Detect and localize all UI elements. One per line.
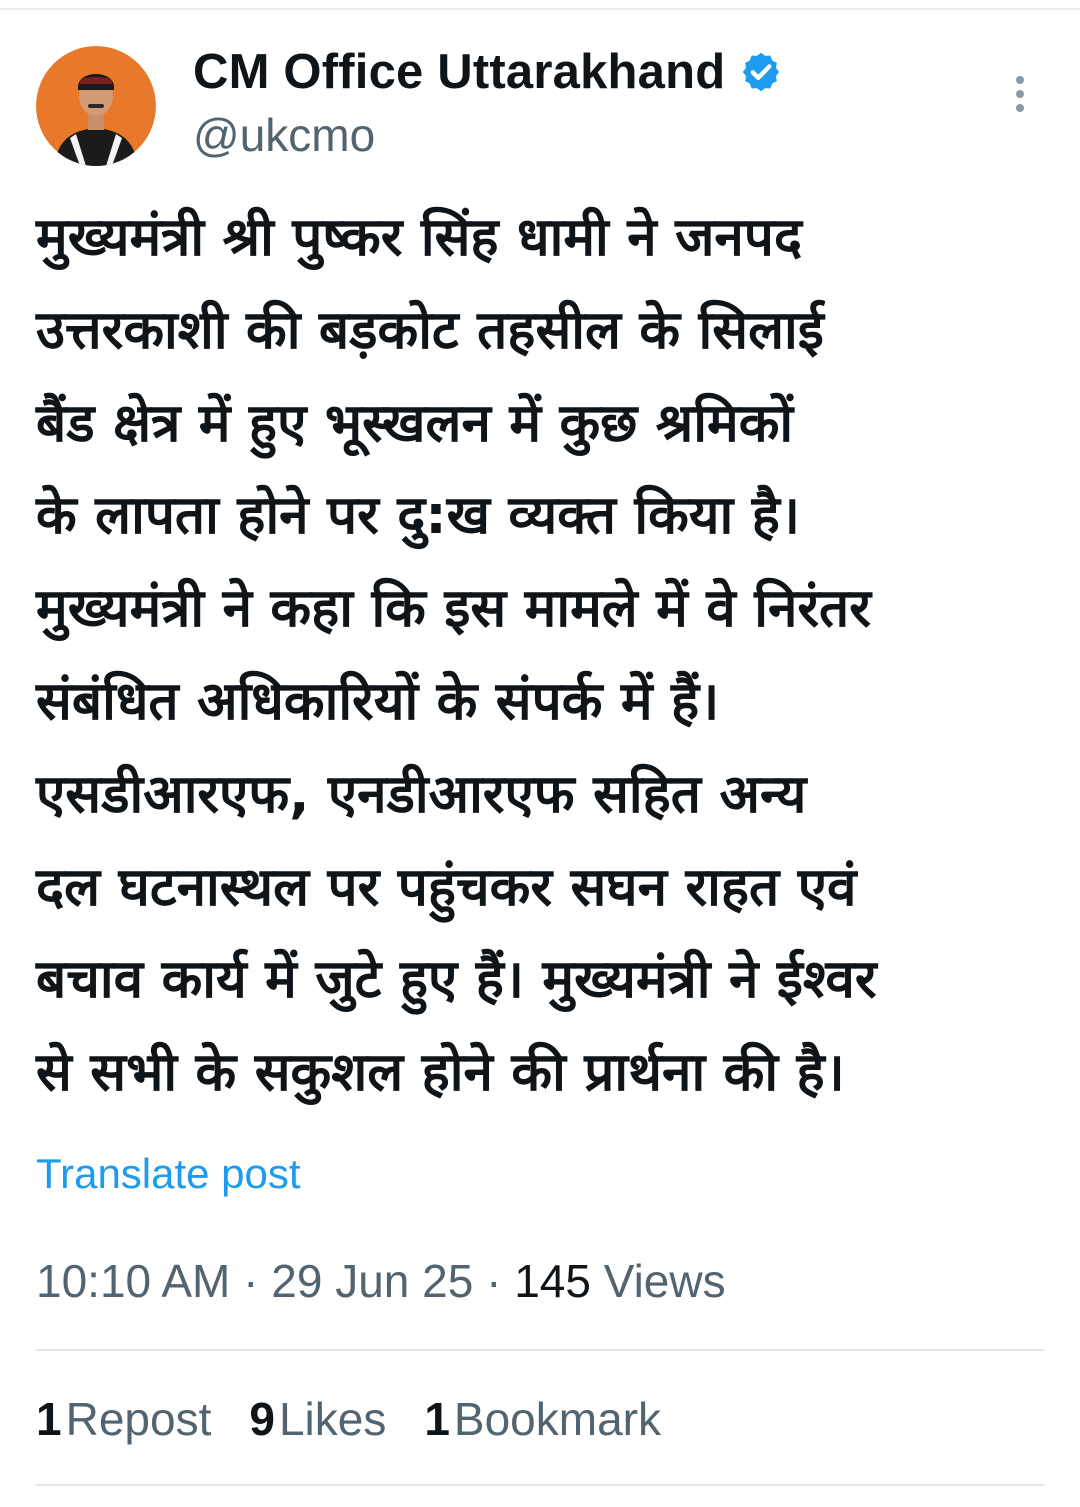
- meta-separator: ·: [243, 1255, 272, 1307]
- likes-label: Likes: [278, 1393, 387, 1445]
- translate-post-link[interactable]: Translate post: [36, 1150, 301, 1198]
- post-text-line: बैंड क्षेत्र में हुए भूस्खलन में कुछ श्र…: [36, 392, 794, 454]
- views-count[interactable]: 145: [514, 1255, 604, 1307]
- reposts-count: 1: [36, 1393, 62, 1445]
- divider: [36, 1349, 1044, 1351]
- profile-photo-icon: [36, 46, 156, 166]
- post-header: CM Office Uttarakhand @ukcmo: [36, 44, 1044, 168]
- bookmarks-count: 1: [424, 1393, 450, 1445]
- avatar[interactable]: [36, 46, 156, 166]
- engagement-stats: 1Repost 9Likes 1Bookmark: [36, 1392, 699, 1446]
- post-text-line: से सभी के सकुशल होने की प्रार्थना की है।: [36, 1042, 845, 1104]
- likes-stat[interactable]: 9Likes: [249, 1392, 386, 1446]
- post-text-line: दल घटनास्थल पर पहुंचकर सघन राहत एवं: [36, 856, 857, 918]
- post-meta: 10:10 AM · 29 Jun 25 · 145 Views: [36, 1254, 726, 1308]
- user-handle[interactable]: @ukcmo: [193, 108, 375, 162]
- meta-separator: ·: [486, 1255, 515, 1307]
- reposts-stat[interactable]: 1Repost: [36, 1392, 211, 1446]
- reposts-label: Repost: [65, 1393, 212, 1445]
- name-row: CM Office Uttarakhand: [193, 44, 783, 100]
- post-text-line: के लापता होने पर दु:ख व्यक्त किया है।: [36, 485, 800, 547]
- post-text-line: बचाव कार्य में जुटे हुए हैं। मुख्यमंत्री…: [36, 949, 877, 1011]
- post-text-line: मुख्यमंत्री श्री पुष्कर सिंह धामी ने जनप…: [36, 207, 803, 268]
- bookmarks-stat[interactable]: 1Bookmark: [424, 1392, 661, 1446]
- views-label[interactable]: Views: [604, 1255, 726, 1307]
- bookmarks-label: Bookmark: [453, 1393, 661, 1445]
- post-date[interactable]: 29 Jun 25: [271, 1255, 473, 1307]
- post-text-line: उत्तरकाशी की बड़कोट तहसील के सिलाई: [36, 299, 824, 361]
- post-text-line: एसडीआरएफ, एनडीआरएफ सहित अन्य: [36, 763, 807, 825]
- post-text-line: संबंधित अधिकारियों के संपर्क में हैं।: [36, 670, 720, 732]
- top-divider: [0, 8, 1080, 10]
- likes-count: 9: [249, 1393, 275, 1445]
- post-text: मुख्यमंत्री श्री पुष्कर सिंह धामी ने जनप…: [36, 192, 1056, 1120]
- display-name[interactable]: CM Office Uttarakhand: [193, 44, 725, 100]
- divider: [36, 1484, 1044, 1486]
- post-text-line: मुख्यमंत्री ने कहा कि इस मामले में वे नि…: [36, 578, 871, 640]
- post-time[interactable]: 10:10 AM: [36, 1255, 230, 1307]
- more-options-icon[interactable]: [1008, 74, 1032, 114]
- verified-badge-icon: [743, 52, 780, 92]
